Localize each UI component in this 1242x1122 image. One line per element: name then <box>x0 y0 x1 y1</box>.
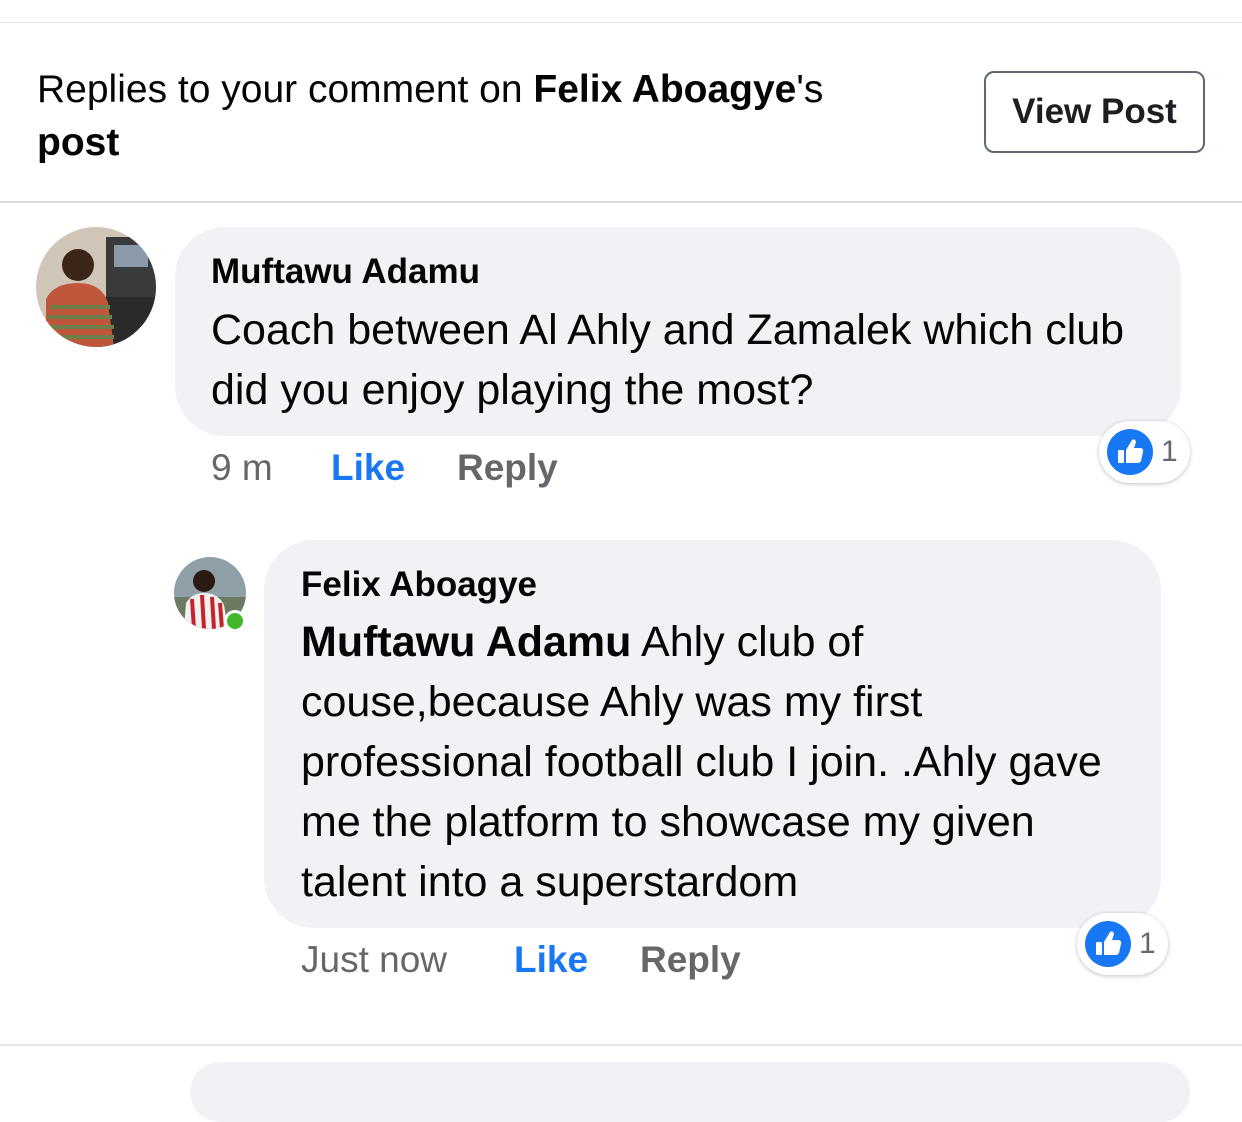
header-suffix: 's <box>796 68 824 111</box>
like-link[interactable]: Like <box>514 939 588 981</box>
reaction-count: 1 <box>1161 435 1178 468</box>
bottom-divider <box>0 1044 1242 1046</box>
thumbs-up-icon <box>1107 429 1153 475</box>
like-label[interactable]: Like <box>331 447 405 488</box>
reply-link[interactable]: Reply <box>457 447 558 489</box>
thumbs-up-icon <box>1085 921 1131 967</box>
view-post-button[interactable]: View Post <box>984 71 1205 153</box>
notification-header: Replies to your comment on Felix Aboagye… <box>0 23 1242 203</box>
reply-time[interactable]: Just now <box>301 939 447 980</box>
comment-author[interactable]: Muftawu Adamu <box>211 252 480 292</box>
like-link[interactable]: Like <box>331 447 405 489</box>
header-prefix: Replies to your comment on <box>37 68 534 111</box>
next-comment-bubble <box>190 1062 1190 1122</box>
header-title: Replies to your comment on Felix Aboagye… <box>37 63 937 169</box>
header-post-word: post <box>37 121 120 164</box>
reply-author[interactable]: Felix Aboagye <box>301 565 537 605</box>
reply-label[interactable]: Reply <box>457 447 558 488</box>
comment-actions: 9 m <box>211 447 273 489</box>
avatar[interactable] <box>36 227 156 347</box>
reply-link[interactable]: Reply <box>640 939 741 981</box>
post-owner-name[interactable]: Felix Aboagye <box>533 68 796 111</box>
reply-text: Muftawu Adamu Ahly club of couse,because… <box>301 612 1141 912</box>
comment-time[interactable]: 9 m <box>211 447 273 488</box>
mention-link[interactable]: Muftawu Adamu <box>301 618 631 666</box>
comment-text: Coach between Al Ahly and Zamalek which … <box>211 306 1125 414</box>
reply-actions: Just now <box>301 939 447 981</box>
like-label[interactable]: Like <box>514 939 588 980</box>
reply-label[interactable]: Reply <box>640 939 741 980</box>
online-status-indicator <box>224 610 246 632</box>
reaction-badge[interactable]: 1 <box>1077 913 1168 975</box>
reaction-count: 1 <box>1139 927 1156 960</box>
reaction-badge[interactable]: 1 <box>1099 421 1190 483</box>
